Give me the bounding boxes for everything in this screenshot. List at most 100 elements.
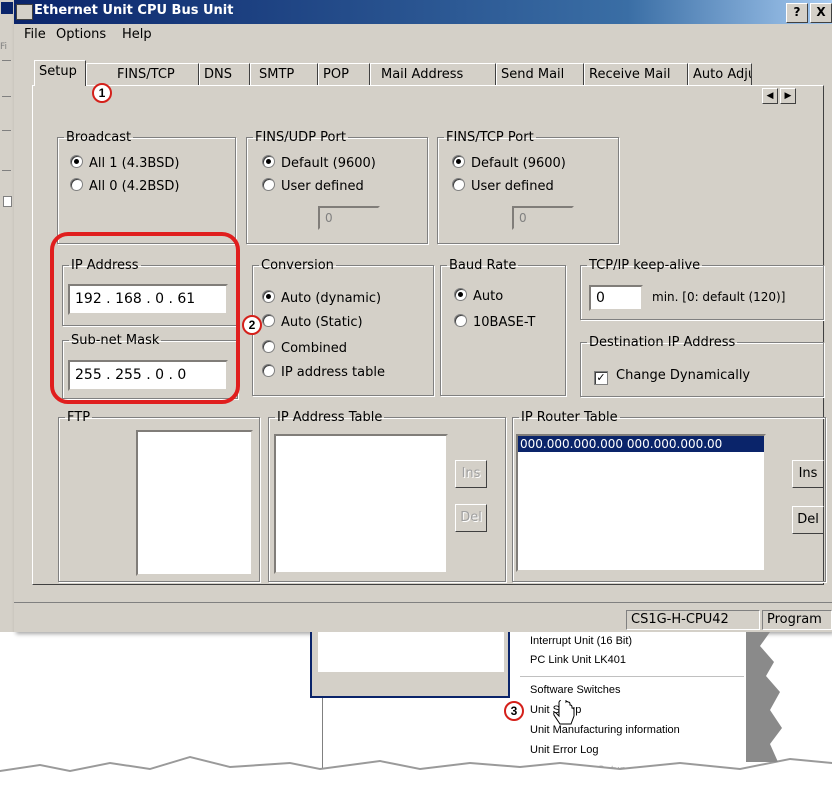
radio-label: All 0 (4.2BSD) — [89, 179, 180, 194]
baud-rate-legend: Baud Rate — [449, 258, 517, 273]
conversion-combined-radio[interactable]: Combined — [262, 340, 347, 356]
keepalive-unit-label: min. [0: default (120)] — [652, 290, 786, 304]
fins-udp-legend: FINS/UDP Port — [255, 130, 346, 145]
radio-selected-icon — [262, 155, 275, 168]
close-button[interactable]: X — [810, 3, 832, 23]
radio-label: Auto — [473, 289, 504, 304]
radio-icon — [454, 314, 467, 327]
tab-pop[interactable]: POP — [318, 63, 370, 85]
fins-udp-user-radio[interactable]: User defined — [262, 178, 364, 194]
menu-bar: File Options Help — [14, 24, 832, 46]
menu-separator — [520, 676, 744, 677]
destination-ip-legend: Destination IP Address — [589, 335, 736, 350]
tab-receive-mail[interactable]: Receive Mail — [584, 63, 688, 85]
radio-label: All 1 (4.3BSD) — [89, 156, 180, 171]
radio-icon — [70, 178, 83, 191]
broadcast-legend: Broadcast — [66, 130, 132, 145]
tab-setup[interactable]: Setup — [34, 60, 86, 86]
conversion-auto-dynamic-radio[interactable]: Auto (dynamic) — [262, 290, 381, 306]
status-mode: Program — [762, 610, 832, 630]
fins-tcp-legend: FINS/TCP Port — [446, 130, 534, 145]
tab-mail-address[interactable]: Mail Address — [370, 63, 496, 85]
window-icon — [16, 4, 33, 20]
baud-10baset-radio[interactable]: 10BASE-T — [454, 314, 535, 330]
fins-tcp-default-radio[interactable]: Default (9600) — [452, 155, 566, 171]
radio-icon — [262, 364, 275, 377]
radio-label: Combined — [281, 341, 348, 356]
ip-table-ins-button[interactable]: Ins — [455, 460, 487, 488]
background-window-content — [318, 632, 504, 672]
tree-expander-icon[interactable] — [3, 196, 12, 207]
broadcast-all0-radio[interactable]: All 0 (4.2BSD) — [70, 178, 179, 194]
fins-udp-default-radio[interactable]: Default (9600) — [262, 155, 376, 171]
radio-label: Default (9600) — [281, 156, 376, 171]
background-window-bar — [312, 676, 508, 696]
menu-item-interrupt-unit[interactable]: Interrupt Unit (16 Bit) — [530, 635, 632, 647]
callout-3: 3 — [504, 701, 524, 721]
background-window: Fi — [0, 0, 15, 632]
menu-file[interactable]: File — [24, 27, 46, 42]
radio-icon — [262, 178, 275, 191]
checkmark-icon: ✓ — [594, 371, 608, 385]
keepalive-input[interactable]: 0 — [589, 285, 643, 311]
fins-tcp-port-input[interactable]: 0 — [512, 206, 574, 230]
radio-label: IP address table — [281, 365, 385, 380]
conversion-legend: Conversion — [261, 258, 334, 273]
baud-auto-radio[interactable]: Auto — [454, 288, 503, 304]
radio-icon — [262, 340, 275, 353]
radio-label: 10BASE-T — [473, 315, 536, 330]
ip-address-table-legend: IP Address Table — [277, 410, 383, 425]
help-button[interactable]: ? — [786, 3, 808, 23]
tab-fins-tcp[interactable]: FINS/TCP — [86, 63, 199, 85]
radio-label: Auto (Static) — [281, 315, 363, 330]
ftp-listbox[interactable] — [136, 430, 253, 576]
divider — [2, 170, 11, 171]
destination-ip-group: Destination IP Address — [580, 335, 824, 397]
menu-item-pc-link-unit[interactable]: PC Link Unit LK401 — [530, 654, 626, 666]
status-model: CS1G-H-CPU42 — [626, 610, 760, 630]
fins-udp-port-input[interactable]: 0 — [318, 206, 380, 230]
radio-selected-icon — [452, 155, 465, 168]
router-table-row[interactable]: 000.000.000.000 000.000.000.00 — [518, 436, 764, 452]
router-del-button[interactable]: Del — [792, 506, 824, 534]
change-dynamically-checkbox[interactable]: ✓ Change Dynamically — [594, 368, 750, 385]
hand-pointer-icon — [553, 700, 575, 725]
tab-smtp[interactable]: SMTP — [250, 63, 318, 85]
app-icon — [1, 2, 13, 14]
ip-table-del-button[interactable]: Del — [455, 504, 487, 532]
title-bar[interactable]: Ethernet Unit CPU Bus Unit ? X — [14, 0, 832, 24]
radio-icon — [452, 178, 465, 191]
fins-tcp-user-radio[interactable]: User defined — [452, 178, 554, 194]
window-title: Ethernet Unit CPU Bus Unit — [34, 3, 234, 18]
status-divider — [14, 602, 832, 603]
conversion-auto-static-radio[interactable]: Auto (Static) — [262, 314, 363, 330]
torn-edge-decoration — [0, 756, 832, 786]
ip-address-table-listbox[interactable] — [274, 434, 448, 574]
ip-router-table-listbox[interactable]: 000.000.000.000 000.000.000.00 — [516, 434, 766, 572]
radio-selected-icon — [70, 155, 83, 168]
divider — [2, 130, 11, 131]
callout-1: 1 — [92, 83, 112, 103]
radio-label: Default (9600) — [471, 156, 566, 171]
radio-selected-icon — [262, 290, 275, 303]
conversion-ip-table-radio[interactable]: IP address table — [262, 364, 385, 380]
callout-2: 2 — [242, 315, 262, 335]
router-ins-button[interactable]: Ins — [792, 460, 824, 488]
tab-send-mail[interactable]: Send Mail — [496, 63, 584, 85]
radio-selected-icon — [454, 288, 467, 301]
radio-label: User defined — [281, 179, 364, 194]
divider — [2, 60, 11, 61]
tab-dns[interactable]: DNS — [199, 63, 250, 85]
checkbox-label: Change Dynamically — [616, 368, 751, 383]
broadcast-all1-radio[interactable]: All 1 (4.3BSD) — [70, 155, 179, 171]
menu-help[interactable]: Help — [122, 27, 152, 42]
tab-auto-adjust[interactable]: Auto Adjust — [688, 63, 752, 85]
ftp-legend: FTP — [67, 410, 91, 425]
radio-icon — [262, 314, 275, 327]
radio-label: Auto (dynamic) — [281, 291, 382, 306]
menu-item-software-switches[interactable]: Software Switches — [530, 684, 620, 696]
background-menu-fragment: Fi — [0, 42, 8, 52]
background-window-frame — [310, 632, 510, 698]
menu-options[interactable]: Options — [56, 27, 106, 42]
torn-shadow-decoration — [746, 632, 782, 762]
